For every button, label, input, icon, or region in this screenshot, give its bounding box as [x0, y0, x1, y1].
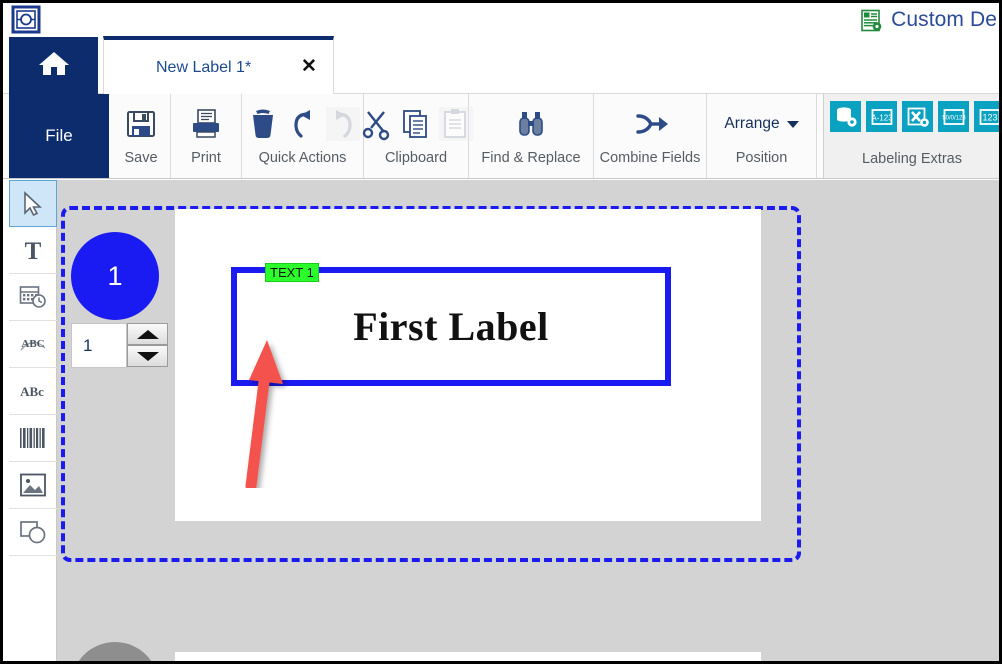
image-tool[interactable] [9, 462, 57, 509]
svg-text:ABc: ABc [20, 384, 44, 399]
svg-text:T: T [25, 238, 42, 264]
arrange-label: Arrange [724, 115, 780, 132]
label-index-badge-2[interactable] [71, 642, 159, 661]
document-title-area: Custom De [860, 5, 999, 35]
ribbon-group-save: Save [112, 94, 171, 178]
ribbon-group-clipboard: Clipboard [362, 94, 473, 178]
text-a123-field-icon[interactable]: A-123 [866, 101, 897, 132]
redo-icon [325, 107, 360, 141]
copies-decrement-button[interactable] [127, 345, 168, 367]
ribbon-toolbar: File Save Print Quick Actions Clipboard … [3, 94, 999, 179]
copies-stepper[interactable]: 1 [71, 323, 168, 368]
arrange-dropdown-button[interactable]: Arrange [720, 113, 802, 135]
ribbon-group-label: Save [124, 150, 158, 166]
datetime-field-icon[interactable]: 50/0/123 [938, 101, 969, 132]
svg-text:ABC: ABC [21, 338, 44, 350]
copies-increment-button[interactable] [127, 323, 168, 345]
ribbon-group-label: Find & Replace [481, 150, 581, 166]
ribbon-group-combine-fields: Combine Fields [594, 94, 707, 178]
ribbon-group-print: Print [171, 94, 242, 178]
label-designer-window: Custom De New Label 1* ✕ File Save Print… [3, 3, 999, 661]
home-tab[interactable] [9, 37, 98, 94]
home-icon [37, 48, 71, 83]
object-x-field-icon[interactable] [902, 101, 933, 132]
labeling-extras-label: Labeling Extras [862, 151, 962, 167]
combine-merge-arrow-icon[interactable] [633, 107, 668, 141]
label-index-badge[interactable]: 1 [71, 232, 159, 320]
chevron-down-icon [786, 120, 799, 128]
printer-icon[interactable] [189, 107, 223, 141]
svg-text:50/0/123: 50/0/123 [942, 115, 966, 121]
ribbon-group-labeling-extras: A-123 50/0/123 123 Labeling Extras [823, 94, 999, 178]
database-field-icon[interactable] [830, 101, 861, 132]
text-field-content: First Label [353, 304, 549, 349]
svg-text:A-123: A-123 [871, 113, 893, 122]
document-tab[interactable]: New Label 1* ✕ [103, 36, 334, 94]
shape-tool[interactable] [9, 509, 57, 556]
label-designer-logo-icon[interactable] [8, 3, 43, 36]
ribbon-group-find-replace: Find & Replace [469, 94, 594, 178]
copy-icon[interactable] [399, 107, 433, 141]
document-tab-label: New Label 1* [156, 59, 252, 76]
label-page-2[interactable] [175, 652, 761, 661]
ribbon-group-label: Clipboard [384, 150, 448, 166]
file-menu-button[interactable]: File [9, 94, 109, 178]
select-pointer-tool[interactable] [9, 180, 57, 227]
copies-input[interactable]: 1 [71, 323, 127, 368]
datetime-tool[interactable] [9, 274, 57, 321]
document-title: Custom De [891, 8, 997, 31]
save-floppy-icon[interactable] [124, 107, 158, 141]
curved-text-tool[interactable]: ABC [9, 321, 57, 368]
binoculars-icon[interactable] [514, 107, 548, 141]
chevron-down-icon [136, 351, 159, 361]
svg-text:123: 123 [982, 112, 997, 122]
cut-scissors-icon[interactable] [359, 107, 393, 141]
counter-123-field-icon[interactable]: 123 [974, 101, 999, 132]
ribbon-group-label: Combine Fields [599, 150, 701, 166]
paragraph-text-tool[interactable]: ABc [9, 368, 57, 415]
label-canvas[interactable]: 1 1 First Label TEXT 1 [57, 180, 999, 661]
label-page-1[interactable]: First Label [175, 209, 761, 521]
left-tool-palette: T ABC ABc [9, 180, 57, 661]
custom-design-document-icon [860, 9, 883, 32]
ribbon-group-quick-actions: Quick Actions [242, 94, 364, 178]
tab-strip: New Label 1* ✕ [3, 36, 999, 94]
trash-delete-icon[interactable] [246, 107, 280, 141]
title-bar: Custom De [3, 3, 999, 36]
close-icon[interactable]: ✕ [301, 57, 317, 76]
ribbon-group-position: Arrange Position [707, 94, 817, 178]
chevron-up-icon [136, 329, 159, 339]
ribbon-group-label: Quick Actions [258, 150, 347, 166]
text-field-name-tag[interactable]: TEXT 1 [265, 263, 319, 282]
paste-icon [439, 107, 473, 141]
ribbon-group-label: Print [191, 150, 221, 166]
text-tool[interactable]: T [9, 227, 57, 274]
ribbon-group-label: Position [735, 150, 788, 166]
barcode-tool[interactable] [9, 415, 57, 462]
text-field-object[interactable]: First Label [231, 267, 671, 386]
undo-icon[interactable] [286, 107, 320, 141]
